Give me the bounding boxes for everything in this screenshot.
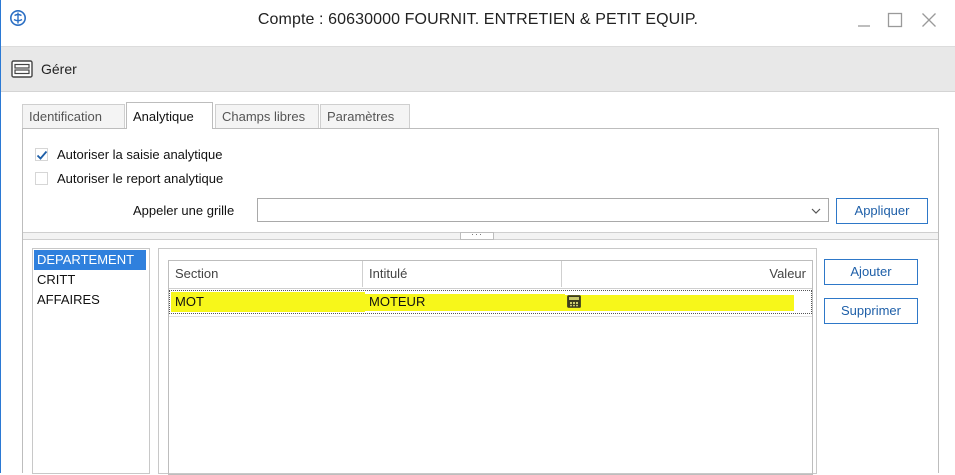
ribbon-toolbar: Gérer [1, 46, 955, 92]
column-header-section[interactable]: Section [169, 261, 363, 287]
manage-menu[interactable]: Gérer [41, 61, 77, 77]
table-row[interactable]: MOT MOTEUR [169, 290, 812, 314]
tab-analytique[interactable]: Analytique [126, 102, 213, 129]
row-separator [169, 316, 812, 317]
allow-carry-checkbox[interactable] [35, 172, 48, 185]
splitter-grip[interactable]: ··· [460, 230, 494, 240]
axis-item-affaires[interactable]: AFFAIRES [34, 290, 146, 310]
allow-entry-label: Autoriser la saisie analytique [57, 147, 223, 162]
close-icon [922, 13, 936, 27]
window-title: Compte : 60630000 FOURNIT. ENTRETIEN & P… [257, 11, 699, 28]
cell-section[interactable]: MOT [171, 291, 365, 313]
minimize-button[interactable] [851, 8, 877, 34]
axis-item-critt[interactable]: CRITT [34, 270, 146, 290]
account-window: Compte : 60630000 FOURNIT. ENTRETIEN & P… [0, 0, 955, 475]
grid-dropdown[interactable] [257, 198, 829, 222]
panel-splitter[interactable]: ··· [23, 230, 938, 240]
highlight-valeur [565, 295, 794, 311]
cell-intitule[interactable]: MOTEUR [365, 291, 563, 313]
close-button[interactable] [916, 8, 942, 34]
tab-parametres[interactable]: Paramètres [320, 104, 410, 128]
delete-button[interactable]: Supprimer [824, 298, 918, 324]
sections-table-container: Section Intitulé Valeur MOT MOTEUR [158, 248, 817, 475]
maximize-icon [887, 12, 903, 28]
title-bar: Compte : 60630000 FOURNIT. ENTRETIEN & P… [1, 0, 955, 44]
calculator-icon[interactable] [567, 295, 581, 308]
column-header-intitule[interactable]: Intitulé [363, 261, 562, 287]
tab-identification[interactable]: Identification [22, 104, 125, 128]
manage-icon[interactable] [11, 60, 33, 78]
column-header-valeur[interactable]: Valeur [562, 261, 812, 287]
checkmark-icon [36, 150, 48, 160]
maximize-button[interactable] [882, 8, 908, 34]
chevron-down-icon [811, 208, 821, 214]
analytique-panel: Autoriser la saisie analytique Autoriser… [22, 128, 939, 475]
table-header: Section Intitulé Valeur [169, 261, 812, 289]
add-button[interactable]: Ajouter [824, 259, 918, 285]
axis-item-departement[interactable]: DEPARTEMENT [34, 250, 146, 270]
axis-list: DEPARTEMENT CRITT AFFAIRES [32, 248, 150, 474]
grid-label: Appeler une grille [133, 203, 235, 218]
allow-entry-checkbox[interactable] [35, 148, 48, 161]
sections-table: Section Intitulé Valeur MOT MOTEUR [168, 260, 813, 475]
allow-carry-label: Autoriser le report analytique [57, 171, 224, 186]
tab-champs-libres[interactable]: Champs libres [215, 104, 319, 128]
minimize-icon [858, 25, 870, 27]
apply-button[interactable]: Appliquer [836, 198, 928, 224]
